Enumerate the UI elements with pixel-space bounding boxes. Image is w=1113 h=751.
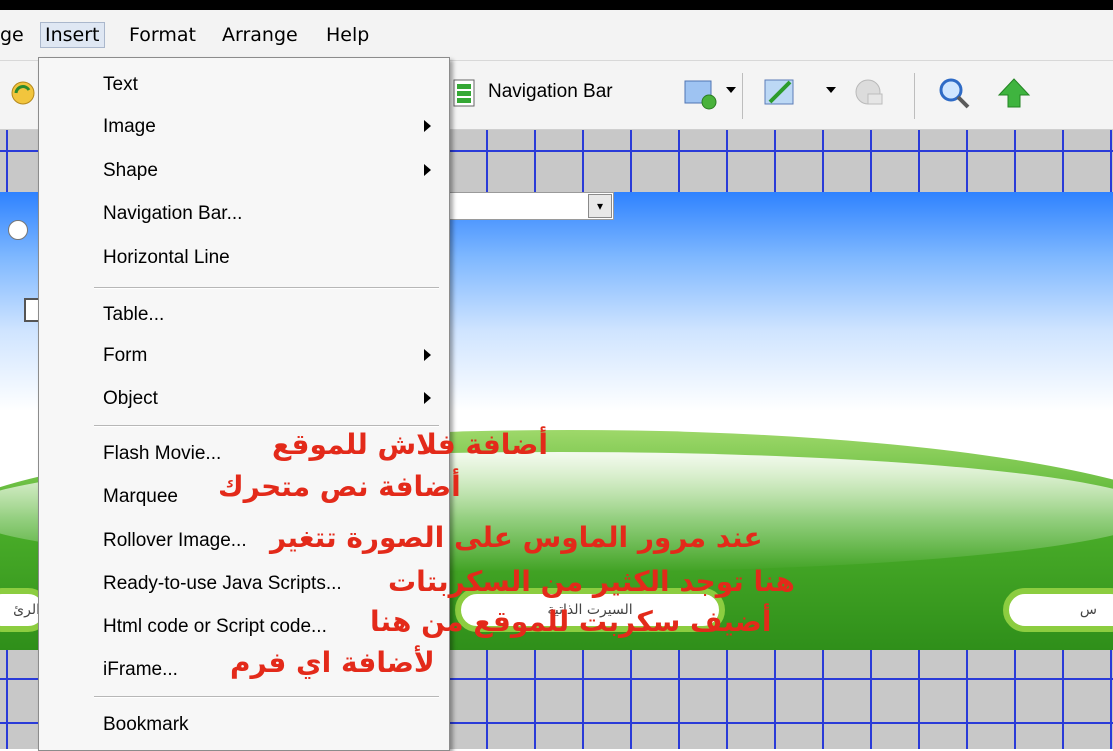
menu-item-iframe-label: iFrame... [103, 659, 178, 680]
submenu-arrow-icon [424, 349, 431, 361]
menu-item-form-label: Form [103, 345, 148, 366]
menu-item-bookmark-label: Bookmark [103, 714, 189, 735]
menu-item-rollover-image-label: Rollover Image... [103, 530, 247, 551]
shape-insert-icon[interactable] [683, 78, 723, 110]
menu-arrange[interactable]: Arrange [222, 24, 298, 46]
menu-item-text[interactable]: Text [39, 66, 449, 106]
edit-image-icon[interactable] [762, 76, 802, 110]
menu-item-shape-label: Shape [103, 160, 158, 181]
menu-item-object[interactable]: Object [39, 380, 449, 420]
submenu-arrow-icon [424, 164, 431, 176]
menu-item-flash-movie-label: Flash Movie... [103, 443, 222, 464]
menu-item-bookmark[interactable]: Bookmark [39, 706, 449, 746]
submenu-arrow-icon [424, 392, 431, 404]
menu-item-shape[interactable]: Shape [39, 152, 449, 192]
edit-dropdown-arrow-icon[interactable] [826, 87, 836, 95]
menu-item-image[interactable]: Image [39, 108, 449, 148]
nav-pill-right-label: س [1079, 602, 1097, 618]
menu-item-table-label: Table... [103, 304, 165, 325]
toolbar-separator-2 [914, 73, 915, 119]
menu-item-image-label: Image [103, 116, 156, 137]
toolbar-separator [742, 73, 743, 119]
annotation-iframe: لأضافة اي فرم [230, 646, 435, 679]
menu-item-object-label: Object [103, 388, 158, 409]
submenu-arrow-icon [424, 120, 431, 132]
menu-item-java-scripts-label: Ready-to-use Java Scripts... [103, 573, 342, 594]
menu-separator-3 [94, 696, 439, 698]
folder-refresh-icon[interactable] [8, 78, 38, 108]
shape-dropdown-arrow-icon[interactable] [726, 87, 736, 95]
up-arrow-icon[interactable] [996, 75, 1032, 111]
menu-item-horizontal-line-label: Horizontal Line [103, 247, 230, 268]
menu-separator-2 [94, 425, 439, 427]
radio-button[interactable] [8, 220, 28, 240]
menu-insert[interactable]: Insert [40, 22, 105, 48]
navigation-bar-icon[interactable] [452, 78, 478, 108]
menu-separator [94, 287, 439, 289]
menu-item-text-label: Text [103, 74, 138, 95]
menu-item-navigation-bar[interactable]: Navigation Bar... [39, 195, 449, 235]
window-top-edge [0, 0, 1113, 10]
dropdown-arrow-icon[interactable]: ▾ [588, 194, 612, 218]
link-icon[interactable] [850, 76, 890, 112]
menu-item-horizontal-line[interactable]: Horizontal Line [39, 239, 449, 279]
zoom-icon[interactable] [936, 75, 972, 111]
annotation-rollover: عند مرور الماوس على الصورة تتغير [270, 521, 763, 554]
menu-item-navigation-bar-label: Navigation Bar... [103, 203, 243, 224]
annotation-scripts: هنا توجد الكثير من السكربتات [388, 565, 795, 598]
menu-item-table[interactable]: Table... [39, 296, 449, 336]
annotation-marquee: أضافة نص متحرك [218, 470, 461, 503]
menu-help[interactable]: Help [326, 24, 369, 46]
nav-pill-right[interactable]: س [1003, 588, 1113, 632]
menu-item-form[interactable]: Form [39, 337, 449, 377]
navigation-bar-button[interactable]: Navigation Bar [488, 81, 613, 103]
annotation-flash: أضافة فلاش للموقع [272, 428, 548, 461]
menu-format[interactable]: Format [129, 24, 196, 46]
menu-item-html-code-label: Html code or Script code... [103, 616, 327, 637]
menu-bar: ge Insert Format Arrange Help [0, 10, 1113, 61]
nav-pill-left-label: الرئ [13, 602, 40, 618]
menu-item-marquee-label: Marquee [103, 486, 178, 507]
menu-page-partial[interactable]: ge [0, 24, 24, 46]
annotation-html: أضيف سكربت للموقع من هنا [370, 605, 772, 638]
